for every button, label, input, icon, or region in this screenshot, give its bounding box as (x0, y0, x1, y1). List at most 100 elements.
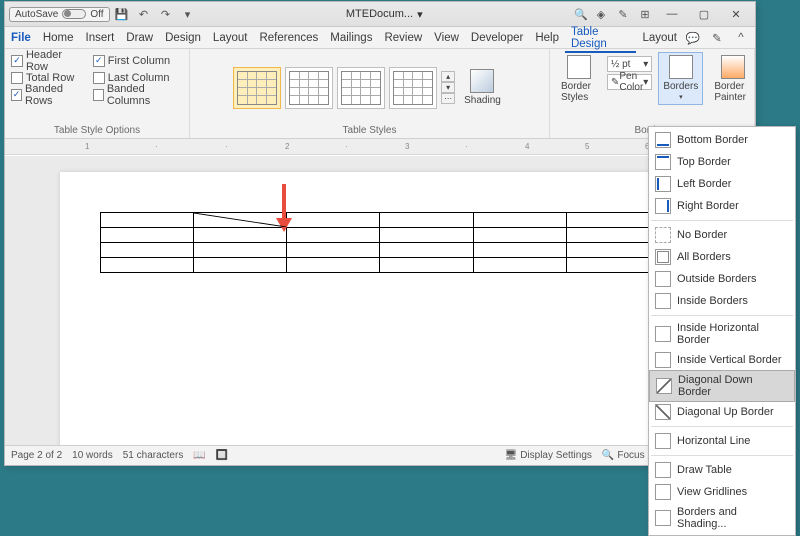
border-menu-diagonal-up-border[interactable]: Diagonal Up Border (649, 401, 795, 423)
status-words[interactable]: 10 words (72, 450, 113, 461)
status-page[interactable]: Page 2 of 2 (11, 450, 62, 461)
border-menu-outside-borders[interactable]: Outside Borders (649, 268, 795, 290)
focus-mode[interactable]: 🔍 Focus (602, 450, 645, 461)
table-cell[interactable] (566, 258, 659, 273)
redo-button[interactable]: ↷ (156, 4, 176, 24)
check-banded-rows[interactable]: ✓ (11, 89, 22, 101)
tab-developer[interactable]: Developer (465, 29, 529, 47)
tab-review[interactable]: Review (378, 29, 428, 47)
tab-mailings[interactable]: Mailings (324, 29, 378, 47)
border-styles-button[interactable]: Border Styles (556, 52, 601, 106)
shading-button[interactable]: Shading (459, 66, 506, 109)
tab-insert[interactable]: Insert (80, 29, 121, 47)
share-icon[interactable]: ✎ (707, 28, 727, 48)
page[interactable] (60, 172, 700, 445)
check-header-row[interactable]: ✓ (11, 55, 23, 67)
border-menu-top-border[interactable]: Top Border (649, 151, 795, 173)
table-cell[interactable] (566, 243, 659, 258)
minimize-button[interactable]: — (657, 4, 687, 24)
border-menu-borders-and-shading-[interactable]: Borders and Shading... (649, 503, 795, 533)
collapse-ribbon-icon[interactable]: ^ (731, 28, 751, 48)
close-button[interactable]: ✕ (721, 4, 751, 24)
pen-color-select[interactable]: ✎ Pen Color ▾ (607, 74, 652, 90)
tab-draw[interactable]: Draw (120, 29, 159, 47)
border-menu-diagonal-down-border[interactable]: Diagonal Down Border (649, 370, 795, 402)
border-menu-inside-borders[interactable]: Inside Borders (649, 290, 795, 312)
check-last-col[interactable] (93, 72, 105, 84)
table-cell[interactable] (194, 213, 287, 228)
maximize-button[interactable]: ▢ (689, 4, 719, 24)
autosave-toggle[interactable]: AutoSave Off (9, 7, 110, 22)
status-spell-icon[interactable]: 📖 (193, 450, 205, 461)
border-painter-button[interactable]: Border Painter (709, 52, 757, 106)
tab-file[interactable]: File (5, 29, 37, 47)
table-cell[interactable] (566, 213, 659, 228)
table-cell[interactable] (473, 228, 566, 243)
border-menu-left-border[interactable]: Left Border (649, 173, 795, 195)
table-cell[interactable] (380, 243, 473, 258)
gallery-down[interactable]: ▾ (441, 82, 455, 93)
tab-references[interactable]: References (253, 29, 324, 47)
check-first-col[interactable]: ✓ (93, 55, 105, 67)
table-style-thumb[interactable] (233, 67, 281, 109)
border-menu-view-gridlines[interactable]: View Gridlines (649, 481, 795, 503)
table-cell[interactable] (287, 228, 380, 243)
table-style-thumb[interactable] (337, 67, 385, 109)
border-menu-no-border[interactable]: No Border (649, 224, 795, 246)
tab-view[interactable]: View (428, 29, 465, 47)
line-weight-select[interactable]: ½ pt▾ (607, 56, 652, 72)
border-menu-right-border[interactable]: Right Border (649, 195, 795, 217)
gallery-more[interactable]: ⋯ (441, 93, 455, 104)
diamond-icon[interactable]: ◈ (591, 4, 611, 24)
table-cell[interactable] (101, 258, 194, 273)
table-cell[interactable] (473, 258, 566, 273)
tab-help[interactable]: Help (529, 29, 565, 47)
table-cell[interactable] (287, 213, 380, 228)
border-menu-inside-vertical-border[interactable]: Inside Vertical Border (649, 349, 795, 371)
table-cell[interactable] (473, 213, 566, 228)
ribbon-opts-icon[interactable]: ⊞ (635, 4, 655, 24)
tab-table-layout[interactable]: Layout (636, 29, 683, 47)
gallery-up[interactable]: ▴ (441, 71, 455, 82)
table-cell[interactable] (287, 243, 380, 258)
table-cell[interactable] (287, 258, 380, 273)
table-cell[interactable] (101, 213, 194, 228)
border-menu-horizontal-line[interactable]: Horizontal Line (649, 430, 795, 452)
display-settings[interactable]: 🖥 Display Settings (505, 450, 592, 461)
border-menu-inside-horizontal-border[interactable]: Inside Horizontal Border (649, 319, 795, 349)
autosave-switch-icon[interactable] (62, 9, 86, 19)
table-style-thumb[interactable] (389, 67, 437, 109)
document-table[interactable] (100, 212, 660, 273)
tab-home[interactable]: Home (37, 29, 80, 47)
table-cell[interactable] (566, 228, 659, 243)
tab-table-design[interactable]: Table Design (565, 23, 637, 53)
check-banded-cols[interactable] (93, 89, 104, 101)
border-menu-draw-table[interactable]: Draw Table (649, 459, 795, 481)
undo-button[interactable]: ↶ (134, 4, 154, 24)
table-style-thumb[interactable] (285, 67, 333, 109)
border-menu-all-borders[interactable]: All Borders (649, 246, 795, 268)
horizontal-ruler[interactable]: 1· ·2 ·3 ·4 56 (5, 139, 755, 155)
table-cell[interactable] (194, 258, 287, 273)
document-area[interactable] (5, 156, 755, 445)
table-cell[interactable] (473, 243, 566, 258)
tab-layout[interactable]: Layout (207, 29, 254, 47)
table-cell[interactable] (101, 243, 194, 258)
borders-button[interactable]: Borders ▾ (658, 52, 703, 105)
table-cell[interactable] (101, 228, 194, 243)
save-button[interactable]: 💾 (112, 4, 132, 24)
qat-more-button[interactable]: ▾ (178, 4, 198, 24)
table-cell[interactable] (380, 258, 473, 273)
table-cell[interactable] (380, 213, 473, 228)
document-title[interactable]: MTEDocum... ▾ (198, 8, 571, 21)
comments-icon[interactable]: 💬 (683, 28, 703, 48)
account-icon[interactable]: ✎ (613, 4, 633, 24)
status-access-icon[interactable]: 🔲 (216, 450, 228, 461)
border-menu-bottom-border[interactable]: Bottom Border (649, 129, 795, 151)
tab-design[interactable]: Design (159, 29, 207, 47)
search-button[interactable]: 🔍 (571, 4, 591, 24)
table-cell[interactable] (380, 228, 473, 243)
table-cell[interactable] (194, 243, 287, 258)
status-chars[interactable]: 51 characters (123, 450, 184, 461)
check-total-row[interactable] (11, 72, 23, 84)
